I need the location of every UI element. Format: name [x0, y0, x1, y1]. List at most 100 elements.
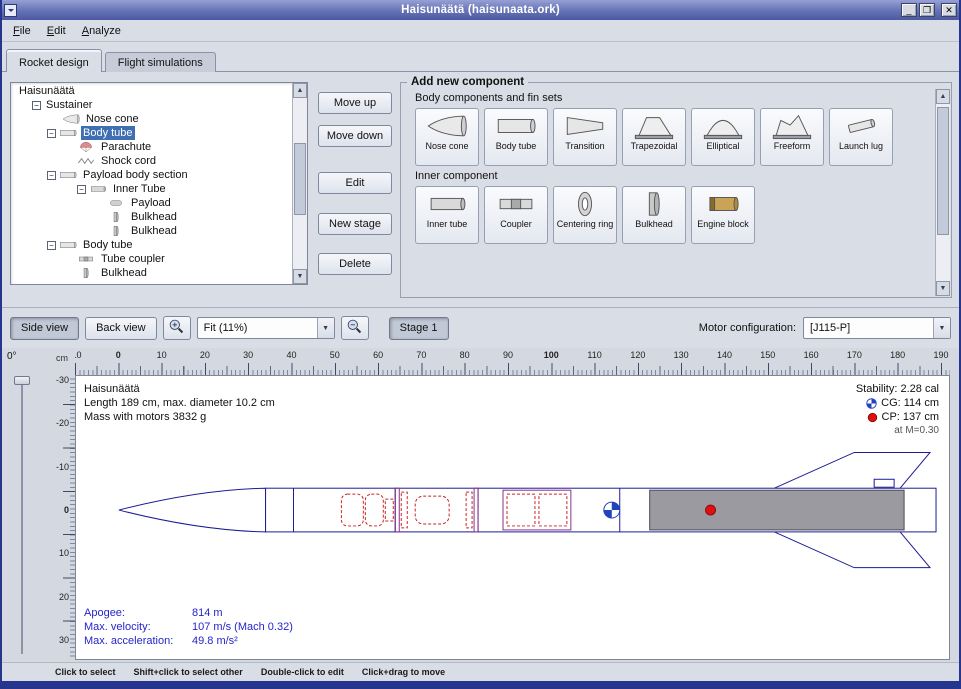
zoom-in-button[interactable]: [163, 316, 191, 340]
tree-item-haisun-t[interactable]: Haisunäätä: [11, 84, 292, 98]
rocket-design-pane: Haisunäätä−SustainerNose cone−Body tubeP…: [0, 72, 961, 307]
tree-item-inner-tube[interactable]: − Inner Tube: [11, 182, 292, 196]
add-inner-tube-button[interactable]: Inner tube: [415, 186, 479, 244]
add-panel-scrollbar[interactable]: ▲ ▼: [935, 89, 950, 296]
window-title: Haisunäätä (haisunaata.ork): [0, 4, 961, 16]
menu-edit[interactable]: Edit: [39, 22, 74, 40]
tree-expander-icon[interactable]: −: [77, 185, 86, 194]
tab-flight-simulations[interactable]: Flight simulations: [105, 52, 216, 72]
flight-stats-block: Apogee:814 mMax. velocity:107 m/s (Mach …: [84, 606, 293, 648]
v-ruler-number: 20: [59, 592, 69, 602]
add-freeform-button[interactable]: Freeform: [760, 108, 824, 166]
parachute-icon: [77, 141, 95, 153]
component-tree-panel: Haisunäätä−SustainerNose cone−Body tubeP…: [10, 82, 308, 285]
h-ruler-number: 80: [460, 350, 470, 360]
bodytube-icon: [59, 239, 77, 251]
add-centering-ring-button[interactable]: Centering ring: [553, 186, 617, 244]
tree-item-payload[interactable]: Payload: [11, 196, 292, 210]
tree-item-nose-cone[interactable]: Nose cone: [11, 112, 292, 126]
h-ruler-number: 0: [116, 350, 121, 360]
window-frame: [0, 0, 2, 689]
shockcord-icon: [77, 155, 95, 167]
group-label-body-components-and-fin-sets: Body components and fin sets: [415, 92, 947, 104]
status-hint: Click+drag to move: [362, 667, 445, 677]
add-engine-block-button[interactable]: Engine block: [691, 186, 755, 244]
tree-item-body-tube[interactable]: −Body tube: [11, 126, 292, 140]
add-body-tube-button[interactable]: Body tube: [484, 108, 548, 166]
add-elliptical-button[interactable]: Elliptical: [691, 108, 755, 166]
tree-item-shock-cord[interactable]: Shock cord: [11, 154, 292, 168]
scroll-up-icon[interactable]: ▲: [293, 83, 307, 98]
h-ruler-number: 130: [674, 350, 689, 360]
minimize-button[interactable]: _: [901, 3, 917, 17]
h-ruler-number: 100: [544, 350, 559, 360]
tree-item-body-tube[interactable]: −Body tube: [11, 238, 292, 252]
move-down-button[interactable]: Move down: [318, 125, 392, 147]
add-bulkhead-button[interactable]: Bulkhead: [622, 186, 686, 244]
scroll-down-icon[interactable]: ▼: [936, 281, 950, 296]
bodytube-icon: [59, 127, 77, 139]
add-launch-lug-button[interactable]: Launch lug: [829, 108, 893, 166]
tree-item-label: Bulkhead: [129, 224, 179, 238]
chevron-down-icon: ▼: [933, 318, 950, 338]
cp-marker: [706, 505, 716, 515]
tree-item-bulkhead[interactable]: Bulkhead: [11, 266, 292, 280]
menu-file[interactable]: File: [5, 22, 39, 40]
close-button[interactable]: ✕: [941, 3, 957, 17]
tree-item-sustainer[interactable]: −Sustainer: [11, 98, 292, 112]
add-trapezoidal-button[interactable]: Trapezoidal: [622, 108, 686, 166]
motor-body[interactable]: [650, 490, 904, 530]
view-toolbar: Side view Back view Fit (11%) ▼ Stage 1 …: [0, 307, 961, 348]
tree-item-bulkhead[interactable]: Bulkhead: [11, 224, 292, 238]
zoom-fit-select[interactable]: Fit (11%) ▼: [197, 317, 335, 339]
cp-text: CP: 137 cm: [882, 410, 939, 424]
rocket-canvas[interactable]: Haisunäätä Length 189 cm, max. diameter …: [75, 375, 950, 660]
h-ruler-number: 180: [890, 350, 905, 360]
tree-item-tube-coupler[interactable]: Tube coupler: [11, 252, 292, 266]
delete-button[interactable]: Delete: [318, 253, 392, 275]
add-transition-button[interactable]: Transition: [553, 108, 617, 166]
back-view-button[interactable]: Back view: [85, 317, 157, 340]
tree-item-payload-body-section[interactable]: −Payload body section: [11, 168, 292, 182]
scroll-down-icon[interactable]: ▼: [293, 269, 307, 284]
side-view-button[interactable]: Side view: [10, 317, 79, 340]
h-ruler-number: 170: [847, 350, 862, 360]
zoom-out-button[interactable]: [341, 316, 369, 340]
menu-analyze[interactable]: Analyze: [74, 22, 129, 40]
h-ruler-number: 150: [760, 350, 775, 360]
tab-rocket-design[interactable]: Rocket design: [6, 49, 102, 72]
tree-expander-icon[interactable]: −: [32, 101, 41, 110]
component-button-label: Elliptical: [706, 141, 739, 151]
payload-icon: [107, 197, 125, 209]
add-coupler-button[interactable]: Coupler: [484, 186, 548, 244]
tree-item-bulkhead[interactable]: Bulkhead: [11, 210, 292, 224]
status-hint: Click to select: [55, 667, 116, 677]
window-menu-icon[interactable]: [4, 4, 17, 17]
add-nose-cone-button[interactable]: Nose cone: [415, 108, 479, 166]
new-stage-button[interactable]: New stage: [318, 213, 392, 235]
flight-stat-label: Apogee:: [84, 606, 192, 620]
tree-item-parachute[interactable]: Parachute: [11, 140, 292, 154]
centeringring-icon: [563, 190, 607, 218]
scroll-up-icon[interactable]: ▲: [936, 89, 950, 104]
stage-1-toggle[interactable]: Stage 1: [389, 317, 449, 340]
rotation-slider[interactable]: [21, 378, 23, 654]
edit-button[interactable]: Edit: [318, 172, 392, 194]
tree-item-label: Nose cone: [84, 112, 141, 126]
motor-config-select[interactable]: [J115-P] ▼: [803, 317, 951, 339]
component-button-label: Centering ring: [557, 219, 614, 229]
scrollbar-thumb[interactable]: [937, 107, 949, 235]
titlebar[interactable]: Haisunäätä (haisunaata.ork) _❐ ✕: [0, 0, 961, 20]
scrollbar-thumb[interactable]: [294, 143, 306, 215]
nosecone-icon: [62, 113, 80, 125]
move-up-button[interactable]: Move up: [318, 92, 392, 114]
tree-expander-icon[interactable]: −: [47, 171, 56, 180]
maximize-button[interactable]: ❐: [919, 3, 935, 17]
tree-expander-icon[interactable]: −: [47, 129, 56, 138]
rotation-slider-handle[interactable]: [14, 376, 30, 385]
tree-expander-icon[interactable]: −: [47, 241, 56, 250]
tree-scrollbar[interactable]: ▲ ▼: [292, 83, 307, 284]
tree-item-label: Inner Tube: [111, 182, 168, 196]
flight-stat-label: Max. acceleration:: [84, 634, 192, 648]
group-label-inner-component: Inner component: [415, 170, 947, 182]
